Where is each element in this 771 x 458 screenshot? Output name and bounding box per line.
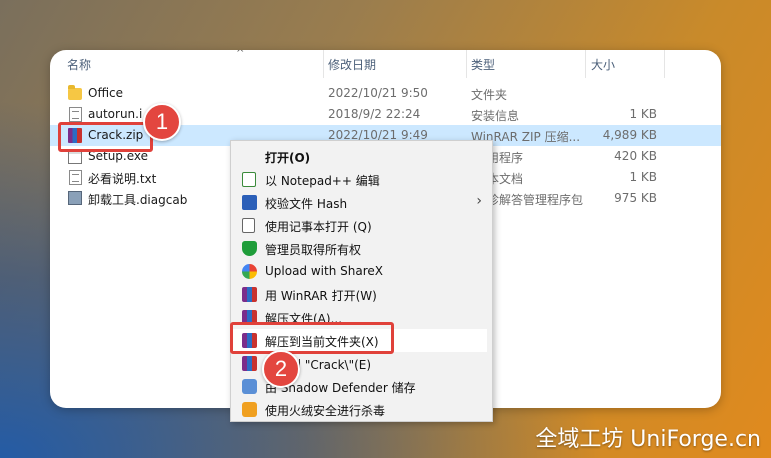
column-separator[interactable] xyxy=(323,50,324,78)
file-modified: 2018/9/2 22:24 xyxy=(328,107,421,121)
sharex-icon xyxy=(242,264,257,279)
file-size: 4,989 KB xyxy=(602,128,657,142)
text-file-icon xyxy=(69,170,82,185)
menu-item-label: 用 WinRAR 打开(W) xyxy=(265,289,377,303)
step-2-badge: 2 xyxy=(262,350,300,388)
menu-item-sharex[interactable]: Upload with ShareX xyxy=(231,260,492,283)
menu-item-open[interactable]: 打开(O) xyxy=(231,145,492,168)
menu-item-hash[interactable]: 校验文件 Hash › xyxy=(231,191,492,214)
menu-item-take-ownership[interactable]: 管理员取得所有权 xyxy=(231,237,492,260)
sort-up-icon: ^ xyxy=(236,50,245,59)
huorong-icon xyxy=(242,402,257,417)
menu-item-label: 校验文件 Hash xyxy=(265,197,348,211)
column-header-name[interactable]: 名称 xyxy=(67,56,91,73)
highlight-box-extract-here xyxy=(230,322,394,354)
notepad-icon xyxy=(242,218,255,233)
menu-item-label: 使用火绒安全进行杀毒 xyxy=(265,404,386,418)
folder-icon xyxy=(68,85,82,100)
menu-item-label: 打开(O) xyxy=(265,151,311,165)
chevron-right-icon: › xyxy=(476,193,482,209)
file-size: 975 KB xyxy=(614,191,657,205)
step-1-badge: 1 xyxy=(143,103,181,141)
column-header-type[interactable]: 类型 xyxy=(471,56,495,73)
column-separator[interactable] xyxy=(664,50,665,78)
menu-item-label: 管理员取得所有权 xyxy=(265,243,362,257)
diagcab-icon xyxy=(68,191,82,205)
column-header-modified[interactable]: 修改日期 xyxy=(328,56,376,73)
file-name: Office xyxy=(88,86,124,100)
file-name: 必看说明.txt xyxy=(88,172,157,186)
settings-file-icon xyxy=(69,107,82,122)
menu-item-label: 到 "Crack\"(E) xyxy=(289,358,372,372)
file-type: 诊解答管理程序包 xyxy=(487,193,584,207)
file-size: 420 KB xyxy=(614,149,657,163)
file-type: 文件夹 xyxy=(471,88,508,102)
menu-item-notepad[interactable]: 使用记事本打开 (Q) xyxy=(231,214,492,237)
file-size: 1 KB xyxy=(629,170,657,184)
winrar-icon xyxy=(242,287,257,302)
file-row[interactable]: Office 2022/10/21 9:50 文件夹 xyxy=(50,83,721,104)
file-modified: 2022/10/21 9:50 xyxy=(328,86,428,100)
watermark: 全域工坊 UniForge.cn xyxy=(535,427,761,452)
menu-item-label: 以 Notepad++ 编辑 xyxy=(265,174,380,188)
column-separator[interactable] xyxy=(466,50,467,78)
file-size: 1 KB xyxy=(629,107,657,121)
menu-item-huorong[interactable]: 使用火绒安全进行杀毒 xyxy=(231,398,492,421)
column-header-size[interactable]: 大小 xyxy=(591,56,615,73)
winrar-icon xyxy=(242,356,257,371)
shadow-defender-icon xyxy=(242,379,257,394)
hash-icon xyxy=(242,195,257,210)
file-name: autorun.inf xyxy=(88,107,143,121)
shield-icon xyxy=(242,241,257,256)
menu-item-open-winrar[interactable]: 用 WinRAR 打开(W) xyxy=(231,283,492,306)
menu-item-notepad-plus[interactable]: 以 Notepad++ 编辑 xyxy=(231,168,492,191)
file-type: 安装信息 xyxy=(471,109,520,123)
notepad-plus-icon xyxy=(242,172,256,187)
menu-item-label: 使用记事本打开 (Q) xyxy=(265,220,372,234)
highlight-box-crack-zip xyxy=(58,122,153,152)
menu-item-label: Upload with ShareX xyxy=(265,264,383,278)
file-name: 卸载工具.diagcab xyxy=(88,193,188,207)
column-separator[interactable] xyxy=(585,50,586,78)
